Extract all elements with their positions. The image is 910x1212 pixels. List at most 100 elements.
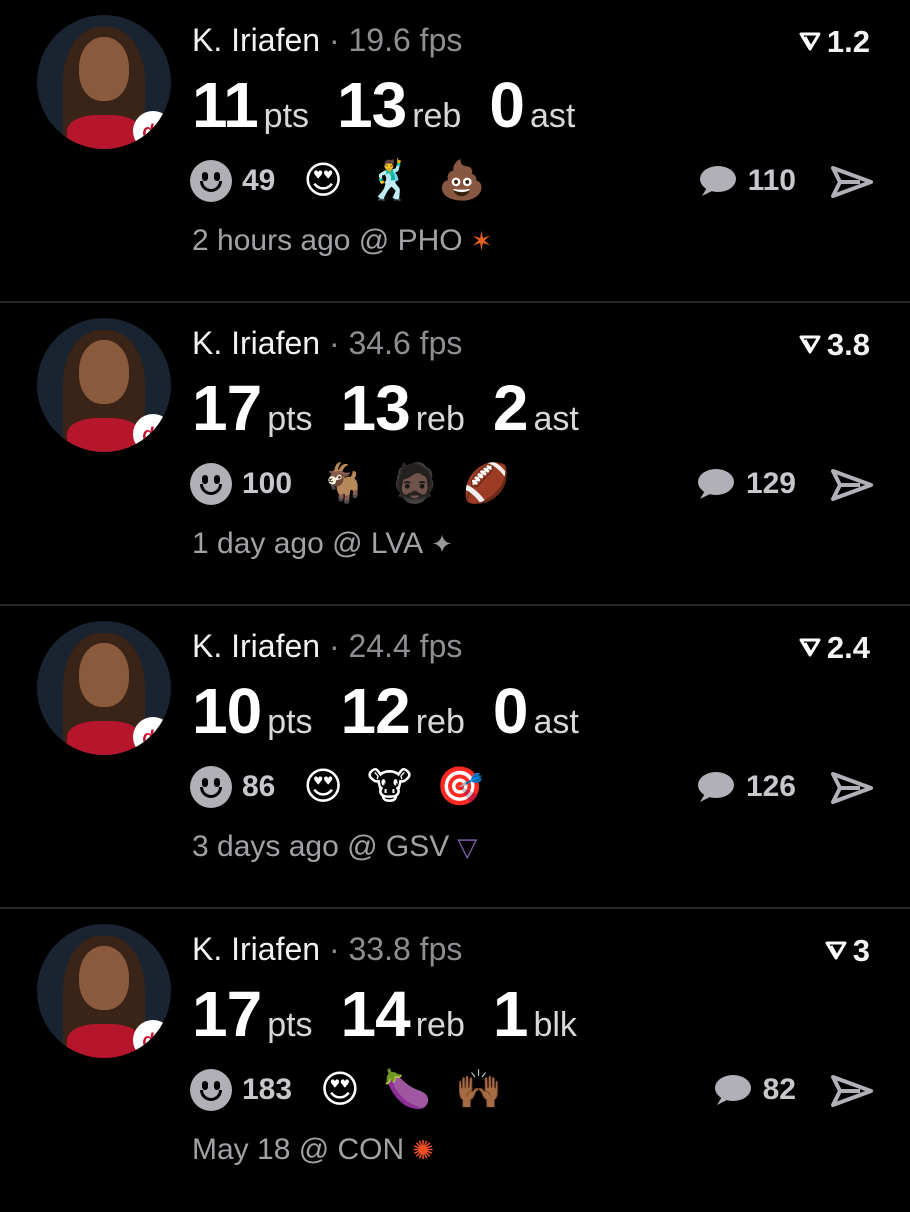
stat-value: 11 xyxy=(192,69,259,141)
rank-arrow-icon xyxy=(799,32,821,51)
reactions-row: 183 😍 🍆 🙌🏾 xyxy=(190,1069,526,1111)
feed-card[interactable]: dc K. Iriafen · 24.4 fps 2.4 10 pts 12 reb… xyxy=(0,606,910,909)
fantasy-points: 19.6 fps xyxy=(348,22,463,58)
stat-unit: reb xyxy=(415,400,465,438)
player-avatar[interactable]: dc xyxy=(37,15,171,149)
comments-button[interactable]: 126 xyxy=(694,770,796,804)
reaction-emoji[interactable]: 🧔🏿 xyxy=(391,465,438,503)
comments-button[interactable]: 82 xyxy=(711,1073,796,1107)
stat-line: 11 pts 13 reb 0 ast xyxy=(192,68,603,142)
react-smiley-icon[interactable] xyxy=(190,463,232,505)
reaction-emoji[interactable]: 🙌🏾 xyxy=(455,1071,502,1109)
stat-unit: reb xyxy=(415,1006,465,1044)
card-title: K. Iriafen · 33.8 fps xyxy=(192,931,462,968)
player-avatar[interactable]: dc xyxy=(37,924,171,1058)
comments-button[interactable]: 129 xyxy=(694,467,796,501)
comment-count: 110 xyxy=(747,164,796,197)
las-vegas-logo-icon: ✦ xyxy=(431,528,453,559)
feed-card[interactable]: dc K. Iriafen · 34.6 fps 3.8 17 pts 13 reb… xyxy=(0,303,910,606)
reactions-row: 100 🐐 🧔🏿 🏈 xyxy=(190,463,534,505)
share-icon[interactable] xyxy=(830,467,874,503)
reaction-emoji[interactable]: 🕺 xyxy=(367,162,414,200)
rank-indicator: 3 xyxy=(825,933,870,969)
player-avatar[interactable]: dc xyxy=(37,318,171,452)
reaction-emoji[interactable]: 😍 xyxy=(303,162,343,200)
phoenix-logo-icon: ✶ xyxy=(470,225,493,256)
share-icon[interactable] xyxy=(830,1073,874,1109)
reaction-count: 86 xyxy=(242,770,276,803)
stat-unit: pts xyxy=(263,97,310,135)
stat-value: 10 xyxy=(192,675,262,747)
stat-line: 10 pts 12 reb 0 ast xyxy=(192,674,607,748)
stat-unit: ast xyxy=(533,400,579,438)
stat-value: 13 xyxy=(337,69,407,141)
comment-bubble-icon xyxy=(699,166,736,196)
react-smiley-icon[interactable] xyxy=(190,160,232,202)
reaction-count: 183 xyxy=(242,1073,293,1106)
time-and-opponent: 2 hours ago @ PHO xyxy=(192,224,463,257)
stat-value: 0 xyxy=(489,69,525,141)
card-title: K. Iriafen · 24.4 fps xyxy=(192,628,462,665)
team-badge-icon: dc xyxy=(133,111,171,149)
player-name[interactable]: K. Iriafen xyxy=(192,325,320,361)
reaction-emoji[interactable]: 🐮 xyxy=(367,768,412,806)
stat-unit: blk xyxy=(533,1006,577,1044)
fantasy-points: 34.6 fps xyxy=(348,325,463,361)
feed-card[interactable]: dc K. Iriafen · 33.8 fps 3 17 pts 14 reb 1… xyxy=(0,909,910,1212)
game-meta: May 18 @ CON ✺ xyxy=(192,1133,434,1167)
feed-card[interactable]: dc K. Iriafen · 19.6 fps 1.2 11 pts 13 reb… xyxy=(0,0,910,303)
rank-arrow-icon xyxy=(825,941,847,960)
stat-unit: ast xyxy=(529,97,576,135)
comment-bubble-icon xyxy=(697,772,734,802)
game-meta: 2 hours ago @ PHO ✶ xyxy=(192,224,492,258)
stat-unit: reb xyxy=(415,703,465,741)
stat-value: 12 xyxy=(340,675,411,747)
reaction-emoji[interactable]: 🏈 xyxy=(463,465,510,503)
share-icon[interactable] xyxy=(830,164,874,200)
stat-line: 17 pts 13 reb 2 ast xyxy=(192,371,607,445)
react-smiley-icon[interactable] xyxy=(190,1069,232,1111)
player-name[interactable]: K. Iriafen xyxy=(192,931,320,967)
separator-dot: · xyxy=(328,325,349,361)
rank-indicator: 1.2 xyxy=(799,24,870,60)
team-badge-icon: dc xyxy=(133,717,171,755)
reaction-emoji[interactable]: 😍 xyxy=(320,1071,360,1109)
player-avatar[interactable]: dc xyxy=(37,621,171,755)
stat-value: 2 xyxy=(492,372,529,444)
fantasy-points: 33.8 fps xyxy=(348,931,463,967)
separator-dot: · xyxy=(328,628,349,664)
react-smiley-icon[interactable] xyxy=(190,766,232,808)
rank-value: 3.8 xyxy=(826,327,870,362)
separator-dot: · xyxy=(328,931,349,967)
comments-button[interactable]: 110 xyxy=(696,164,796,198)
stat-line: 17 pts 14 reb 1 blk xyxy=(192,977,605,1051)
player-name[interactable]: K. Iriafen xyxy=(192,22,320,58)
rank-arrow-icon xyxy=(799,335,821,354)
comment-bubble-icon xyxy=(714,1075,751,1105)
reactions-row: 49 😍 🕺 💩 xyxy=(190,160,510,202)
fantasy-points: 24.4 fps xyxy=(348,628,463,664)
reaction-emoji[interactable]: 🍆 xyxy=(384,1071,431,1109)
stat-unit: reb xyxy=(412,97,462,135)
reaction-emoji[interactable]: 💩 xyxy=(438,162,485,200)
golden-state-logo-icon: ▽ xyxy=(457,831,478,862)
time-and-opponent: 1 day ago @ LVA xyxy=(192,527,424,560)
comment-count: 126 xyxy=(745,770,796,803)
time-and-opponent: 3 days ago @ GSV xyxy=(192,830,450,863)
separator-dot: · xyxy=(328,22,349,58)
stat-unit: pts xyxy=(267,703,313,741)
team-badge-icon: dc xyxy=(133,1020,171,1058)
comment-count: 129 xyxy=(745,467,796,500)
game-meta: 3 days ago @ GSV ▽ xyxy=(192,830,477,864)
stat-value: 17 xyxy=(192,978,262,1050)
stat-unit: pts xyxy=(267,1006,313,1044)
reactions-row: 86 😍 🐮 🎯 xyxy=(190,766,507,808)
rank-arrow-icon xyxy=(799,638,821,657)
reaction-emoji[interactable]: 🎯 xyxy=(436,768,483,806)
share-icon[interactable] xyxy=(830,770,874,806)
game-meta: 1 day ago @ LVA ✦ xyxy=(192,527,453,561)
reaction-emoji[interactable]: 😍 xyxy=(303,768,343,806)
stat-unit: ast xyxy=(533,703,579,741)
player-name[interactable]: K. Iriafen xyxy=(192,628,320,664)
reaction-emoji[interactable]: 🐐 xyxy=(320,465,367,503)
